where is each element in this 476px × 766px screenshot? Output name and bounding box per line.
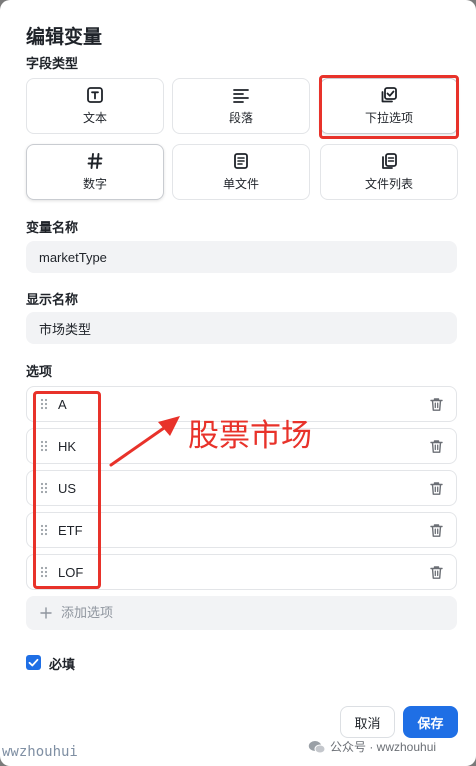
drag-handle-icon[interactable]: [40, 482, 48, 494]
dropdown-checkbox-icon: [381, 87, 397, 103]
option-row: ETF: [26, 512, 457, 548]
trash-icon[interactable]: [429, 397, 444, 412]
option-row: US: [26, 470, 457, 506]
trash-icon[interactable]: [429, 523, 444, 538]
wechat-icon: [308, 740, 326, 753]
option-value[interactable]: A: [58, 387, 67, 423]
watermark-left: wwzhouhui: [2, 744, 78, 760]
hash-icon: [87, 153, 103, 169]
type-option-label: 下拉选项: [364, 111, 413, 125]
type-option-number[interactable]: 数字: [26, 144, 164, 200]
add-option-button[interactable]: 添加选项: [26, 596, 457, 630]
options-label: 选项: [26, 364, 53, 379]
paragraph-icon: [233, 89, 249, 103]
variable-name-input[interactable]: [26, 241, 457, 273]
drag-handle-icon[interactable]: [40, 440, 48, 452]
required-label: 必填: [49, 657, 76, 672]
type-option-dropdown[interactable]: 下拉选项: [320, 78, 458, 134]
drag-handle-icon[interactable]: [40, 566, 48, 578]
type-option-text[interactable]: 文本: [26, 78, 164, 134]
option-row: LOF: [26, 554, 457, 590]
dialog-title: 编辑变量: [26, 27, 103, 48]
required-checkbox[interactable]: [26, 655, 41, 670]
watermark-right-text: 公众号 · wwzhouhui: [330, 740, 437, 754]
file-list-icon: [382, 153, 397, 169]
type-option-label: 文件列表: [364, 177, 413, 191]
watermark-right: 公众号 · wwzhouhui: [308, 738, 436, 755]
save-button[interactable]: 保存: [403, 706, 458, 738]
edit-variable-dialog: 编辑变量 字段类型 文本 段落 下拉选项 数字 单文件 文件列表 变量名称 ma…: [0, 0, 476, 766]
display-name-input[interactable]: [26, 312, 457, 344]
type-option-file-list[interactable]: 文件列表: [320, 144, 458, 200]
drag-handle-icon[interactable]: [40, 398, 48, 410]
annotation-text: 股票市场: [188, 418, 312, 453]
type-option-paragraph[interactable]: 段落: [172, 78, 310, 134]
check-icon: [28, 658, 39, 667]
option-value[interactable]: LOF: [58, 555, 83, 591]
display-name-label: 显示名称: [26, 292, 79, 307]
field-type-label: 字段类型: [26, 56, 79, 71]
text-icon: [87, 87, 103, 103]
type-option-label: 段落: [228, 111, 253, 125]
add-option-label: 添加选项: [61, 605, 114, 620]
type-option-label: 单文件: [222, 177, 259, 191]
plus-icon: [40, 607, 52, 619]
option-value[interactable]: US: [58, 471, 76, 507]
option-value[interactable]: ETF: [58, 513, 83, 549]
annotation-arrow-icon: [109, 416, 180, 467]
file-icon: [234, 153, 248, 169]
trash-icon[interactable]: [429, 481, 444, 496]
variable-name-label: 变量名称: [26, 220, 79, 235]
type-option-label: 数字: [82, 177, 107, 191]
drag-handle-icon[interactable]: [40, 524, 48, 536]
trash-icon[interactable]: [429, 565, 444, 580]
cancel-button[interactable]: 取消: [340, 706, 395, 738]
type-option-single-file[interactable]: 单文件: [172, 144, 310, 200]
trash-icon[interactable]: [429, 439, 444, 454]
option-value[interactable]: HK: [58, 429, 76, 465]
type-option-label: 文本: [82, 111, 107, 125]
